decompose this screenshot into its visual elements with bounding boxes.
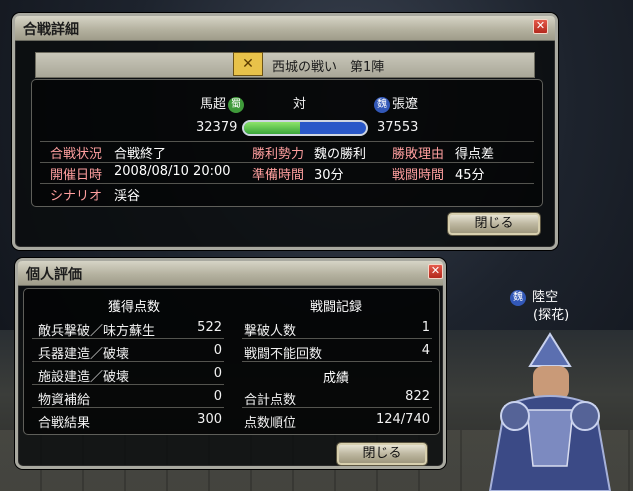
table-row: 合戦結果 300 [32, 411, 224, 431]
row-value: 822 [405, 389, 430, 404]
divider [40, 141, 534, 142]
row-value: 0 [213, 366, 222, 381]
result-reason-value: 得点差 [455, 147, 495, 162]
row-label: 戦闘不能回数 [244, 347, 323, 362]
row-label: 合戦結果 [38, 416, 91, 431]
player-character[interactable] [475, 326, 625, 491]
table-row: 物資補給 0 [32, 388, 224, 408]
table-row: 点数順位 124/740 [242, 411, 432, 431]
table-row: 兵器建造／破壊 0 [32, 342, 224, 362]
battle-time-label: 戦闘時間 [392, 168, 445, 183]
divider [40, 183, 534, 184]
close-button[interactable]: 閉じる [337, 443, 427, 465]
shu-faction-icon: 蜀 [228, 96, 245, 113]
score-ratio-bar [242, 120, 368, 136]
row-label: 合計点数 [244, 393, 297, 408]
battle-name-banner: ✕ 西城の戦い 第1陣 [35, 52, 535, 78]
battle-details-window: 合戦詳細 ✕ ✕ 西城の戦い 第1陣 馬超蜀 対 魏張遼 32379 37553… [12, 13, 558, 250]
row-label: 敵兵撃破／味方蘇生 [38, 324, 156, 339]
battle-name: 西城の戦い 第1陣 [272, 60, 385, 75]
divider [40, 162, 534, 163]
left-score: 32379 [196, 120, 238, 135]
left-commander: 馬超蜀 [200, 93, 246, 113]
points-earned-header: 獲得点数 [107, 300, 160, 315]
prep-time-label: 準備時間 [252, 168, 305, 183]
wei-faction-icon: 魏 [510, 289, 526, 306]
battle-details-titlebar[interactable]: 合戦詳細 ✕ [15, 16, 555, 41]
player-title[interactable]: (探花) [533, 304, 569, 323]
right-commander: 魏張遼 [372, 93, 418, 113]
crossed-swords-icon: ✕ [233, 52, 263, 76]
left-commander-name: 馬超 [200, 97, 227, 112]
close-icon[interactable]: ✕ [533, 19, 548, 34]
results-header: 成績 [322, 371, 349, 386]
table-row: 撃破人数 1 [242, 319, 432, 339]
personal-evaluation-window: 個人評価 ✕ 獲得点数 戦闘記録 敵兵撃破／味方蘇生 522 兵器建造／破壊 0… [15, 258, 446, 469]
right-commander-name: 張遼 [392, 97, 419, 112]
row-value: 0 [213, 389, 222, 404]
winning-faction-value: 魏の勝利 [314, 147, 367, 162]
battle-time-value: 45分 [455, 168, 485, 183]
table-row: 敵兵撃破／味方蘇生 522 [32, 319, 224, 339]
table-row: 戦闘不能回数 4 [242, 342, 432, 362]
prep-time-value: 30分 [314, 168, 344, 183]
table-row: 施設建造／破壊 0 [32, 365, 224, 385]
window-title: 合戦詳細 [23, 22, 79, 38]
row-label: 点数順位 [244, 416, 297, 431]
row-label: 施設建造／破壊 [38, 370, 130, 385]
start-datetime-label: 開催日時 [50, 168, 103, 183]
combat-record-header: 戦闘記録 [309, 300, 362, 315]
close-icon[interactable]: ✕ [428, 264, 443, 279]
personal-evaluation-titlebar[interactable]: 個人評価 ✕ [18, 261, 443, 286]
score-ratio-fill [244, 122, 301, 134]
battle-status-label: 合戦状況 [50, 147, 103, 162]
evaluation-table: 獲得点数 戦闘記録 敵兵撃破／味方蘇生 522 兵器建造／破壊 0 施設建造／破… [23, 288, 440, 435]
row-value: 300 [197, 412, 222, 427]
window-title: 個人評価 [26, 267, 82, 283]
right-score: 37553 [377, 120, 419, 135]
row-label: 撃破人数 [244, 324, 297, 339]
row-value: 4 [421, 343, 430, 358]
versus-label: 対 [293, 97, 307, 112]
row-value: 124/740 [375, 412, 430, 427]
result-reason-label: 勝敗理由 [392, 147, 445, 162]
close-button[interactable]: 閉じる [448, 213, 540, 235]
battle-status-value: 合戦終了 [114, 147, 167, 162]
scenario-label: シナリオ [50, 189, 103, 204]
scenario-value: 渓谷 [114, 189, 141, 204]
player-nameplate: 魏 陸空 [508, 286, 558, 306]
row-value: 522 [197, 320, 222, 335]
wei-faction-icon: 魏 [374, 96, 390, 113]
winning-faction-label: 勝利勢力 [252, 147, 305, 162]
battle-info-panel: 馬超蜀 対 魏張遼 32379 37553 合戦状況 合戦終了 勝利勢力 魏の勝… [31, 79, 543, 207]
row-label: 兵器建造／破壊 [38, 347, 130, 362]
row-value: 1 [421, 320, 430, 335]
start-datetime-value: 2008/08/10 20:00 [114, 164, 231, 179]
table-row: 合計点数 822 [242, 388, 432, 408]
row-label: 物資補給 [38, 393, 91, 408]
player-name: 陸空 [532, 290, 559, 305]
row-value: 0 [213, 343, 222, 358]
